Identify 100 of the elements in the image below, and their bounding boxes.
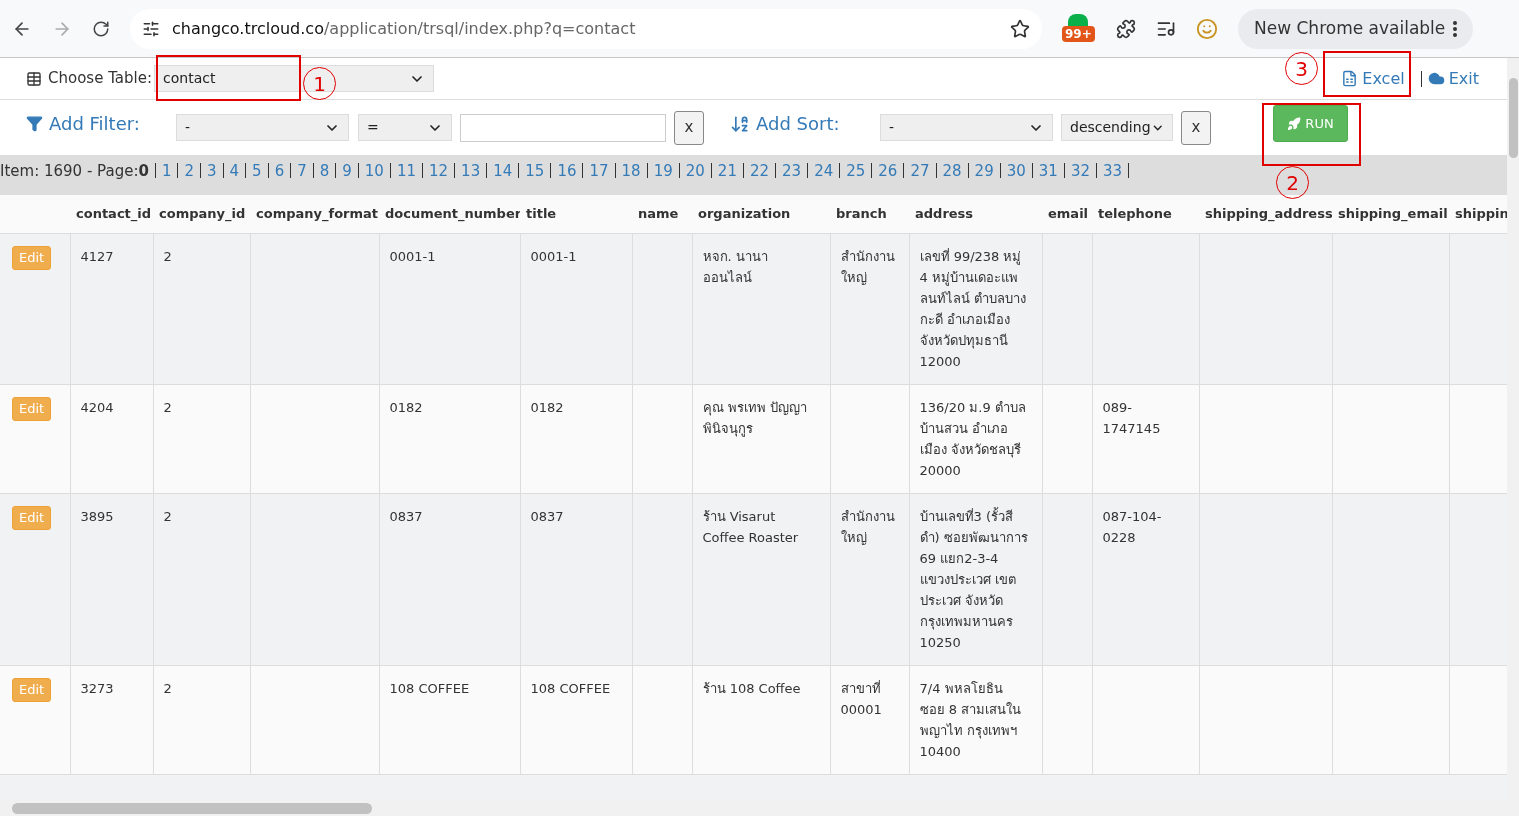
table-cell: สำนักงานใหญ่ — [840, 508, 895, 545]
column-header: shippin — [1455, 206, 1507, 221]
edit-button[interactable]: Edit — [12, 505, 52, 530]
table-cell: ร้าน Visarut Coffee Roaster — [702, 508, 799, 545]
sort-field-select[interactable]: - — [880, 114, 1053, 141]
edit-button[interactable]: Edit — [12, 677, 52, 702]
column-header: branch — [836, 206, 887, 221]
edit-button[interactable]: Edit — [12, 396, 52, 421]
column-header: shipping_address — [1205, 206, 1332, 221]
table-cell: 2 — [163, 508, 172, 524]
page-link[interactable]: 8 — [319, 160, 330, 183]
column-header: address — [915, 206, 974, 221]
column-header: company_format — [256, 206, 379, 221]
table-cell: 087-104-0228 — [1102, 508, 1162, 545]
table-cell: 4127 — [80, 248, 114, 264]
page-link[interactable]: 15 — [525, 160, 545, 183]
page-link[interactable]: 14 — [493, 160, 513, 183]
filter-field-select[interactable]: - — [176, 114, 349, 141]
extensions-icon[interactable] — [1116, 18, 1136, 39]
page-link[interactable]: 11 — [396, 160, 416, 183]
column-header: company_id — [159, 206, 246, 221]
page-link[interactable]: 32 — [1070, 160, 1090, 183]
item-count-text: Item: 1690 - Page: — [0, 161, 139, 182]
excel-link[interactable]: Excel — [1341, 66, 1405, 91]
filter-operator-select[interactable]: = — [358, 114, 452, 141]
clear-sort-button[interactable]: x — [1181, 110, 1211, 145]
column-header: organization — [698, 206, 791, 221]
table-cell: สาขาที่ 00001 — [840, 680, 882, 717]
filter-value-input[interactable] — [460, 113, 666, 142]
menu-icon — [1453, 20, 1458, 37]
page-link[interactable]: 21 — [717, 160, 737, 183]
spreadsheet-file-icon — [1341, 70, 1359, 87]
table-cell: 0001-1 — [389, 248, 436, 264]
page-link[interactable]: 18 — [621, 160, 641, 183]
profile-avatar-icon[interactable] — [1196, 17, 1218, 40]
page-link[interactable]: 16 — [557, 160, 577, 183]
sort-direction-select[interactable]: descending — [1061, 114, 1173, 141]
page-link[interactable]: 10 — [364, 160, 384, 183]
page-link[interactable]: 33 — [1103, 160, 1123, 183]
bookmark-star-icon[interactable] — [1010, 18, 1030, 39]
run-button[interactable]: RUN — [1273, 105, 1348, 142]
table-cell: 4204 — [80, 399, 114, 415]
reload-icon[interactable] — [92, 19, 110, 38]
table-cell: 2 — [163, 248, 172, 264]
choose-table-label: Choose Table: — [48, 68, 152, 90]
page-link[interactable]: 5 — [252, 160, 262, 183]
table-cell: 136/20 ม.9 ตำบลบ้านสวน อำเภอเมือง จังหวัดชลบุรี 20000 — [919, 399, 1026, 478]
table-cell: 3895 — [80, 508, 114, 524]
table-cell: ร้าน 108 Coffee — [702, 680, 801, 696]
table-cell: 0182 — [389, 399, 423, 415]
page-link[interactable]: 1 — [161, 160, 172, 183]
column-header: email — [1048, 206, 1089, 221]
column-header: name — [638, 206, 679, 221]
page-link[interactable]: 20 — [685, 160, 705, 183]
table-cell: 108 COFFEE — [530, 680, 611, 696]
page-link[interactable]: 23 — [782, 160, 802, 183]
clear-filter-button[interactable]: x — [674, 110, 704, 145]
cloud-icon — [1427, 70, 1445, 87]
column-header: shipping_email — [1338, 206, 1448, 221]
table-cell: 7/4 พหลโยธิน ซอย 8 สามเสนใน พญาไท กรุงเทพฯ 10400 — [919, 680, 1022, 759]
page-link[interactable]: 22 — [749, 160, 770, 183]
table-cell: 2 — [163, 399, 172, 415]
page-link[interactable]: 7 — [297, 160, 307, 183]
current-page: 0 — [138, 161, 149, 182]
page-link[interactable]: 3 — [207, 160, 217, 183]
horizontal-scrollbar-thumb[interactable] — [12, 802, 372, 814]
page-link[interactable]: 2 — [184, 160, 194, 183]
update-chrome-button[interactable]: New Chrome available — [1238, 8, 1474, 49]
page-link[interactable]: 12 — [429, 160, 449, 183]
edit-button[interactable]: Edit — [12, 245, 52, 270]
notification-badge: 99+ — [1062, 25, 1095, 42]
address-bar[interactable]: changco.trcloud.co/application/trsql/index.php?q=contact — [130, 8, 1042, 49]
table-cell: 089-1747145 — [1102, 399, 1161, 436]
page-link[interactable]: 13 — [461, 160, 481, 183]
page-link[interactable]: 9 — [342, 160, 352, 183]
page-link[interactable]: 25 — [846, 160, 866, 183]
table-cell: 108 COFFEE — [389, 680, 470, 696]
table-cell: คุณ พรเทพ ปัญญาพินิจนุกูร — [702, 399, 807, 436]
page-link[interactable]: 24 — [814, 160, 834, 183]
page-link[interactable]: 4 — [229, 160, 240, 183]
add-sort-label: Add Sort: — [756, 112, 840, 136]
page-link[interactable]: 30 — [1006, 160, 1026, 183]
add-filter-label: Add Filter: — [49, 112, 140, 136]
page-link[interactable]: 17 — [589, 160, 609, 183]
page-link[interactable]: 28 — [942, 160, 962, 183]
vertical-scrollbar-thumb[interactable] — [1508, 78, 1518, 158]
exit-link[interactable]: Exit — [1427, 66, 1479, 91]
table-cell: 0182 — [530, 399, 564, 415]
filter-icon — [26, 115, 43, 132]
page-link[interactable]: 19 — [653, 160, 673, 183]
site-settings-icon[interactable] — [142, 19, 160, 38]
page-link[interactable]: 27 — [910, 160, 930, 183]
table-cell: หจก. นานา ออนไลน์ — [702, 248, 768, 285]
page-link[interactable]: 31 — [1038, 160, 1058, 183]
table-icon — [26, 70, 42, 87]
page-link[interactable]: 26 — [878, 160, 898, 183]
column-header: telephone — [1098, 206, 1172, 221]
table-cell: เลขที่ 99/238 หมู่ 4 หมู่บ้านเดอะแพลนท์ไลน์ ตำบลบางกะดี อำเภอเมือง จังหวัดปทุมธานี 12000 — [919, 248, 1026, 369]
page-link[interactable]: 6 — [274, 160, 285, 183]
page-link[interactable]: 29 — [974, 160, 994, 183]
